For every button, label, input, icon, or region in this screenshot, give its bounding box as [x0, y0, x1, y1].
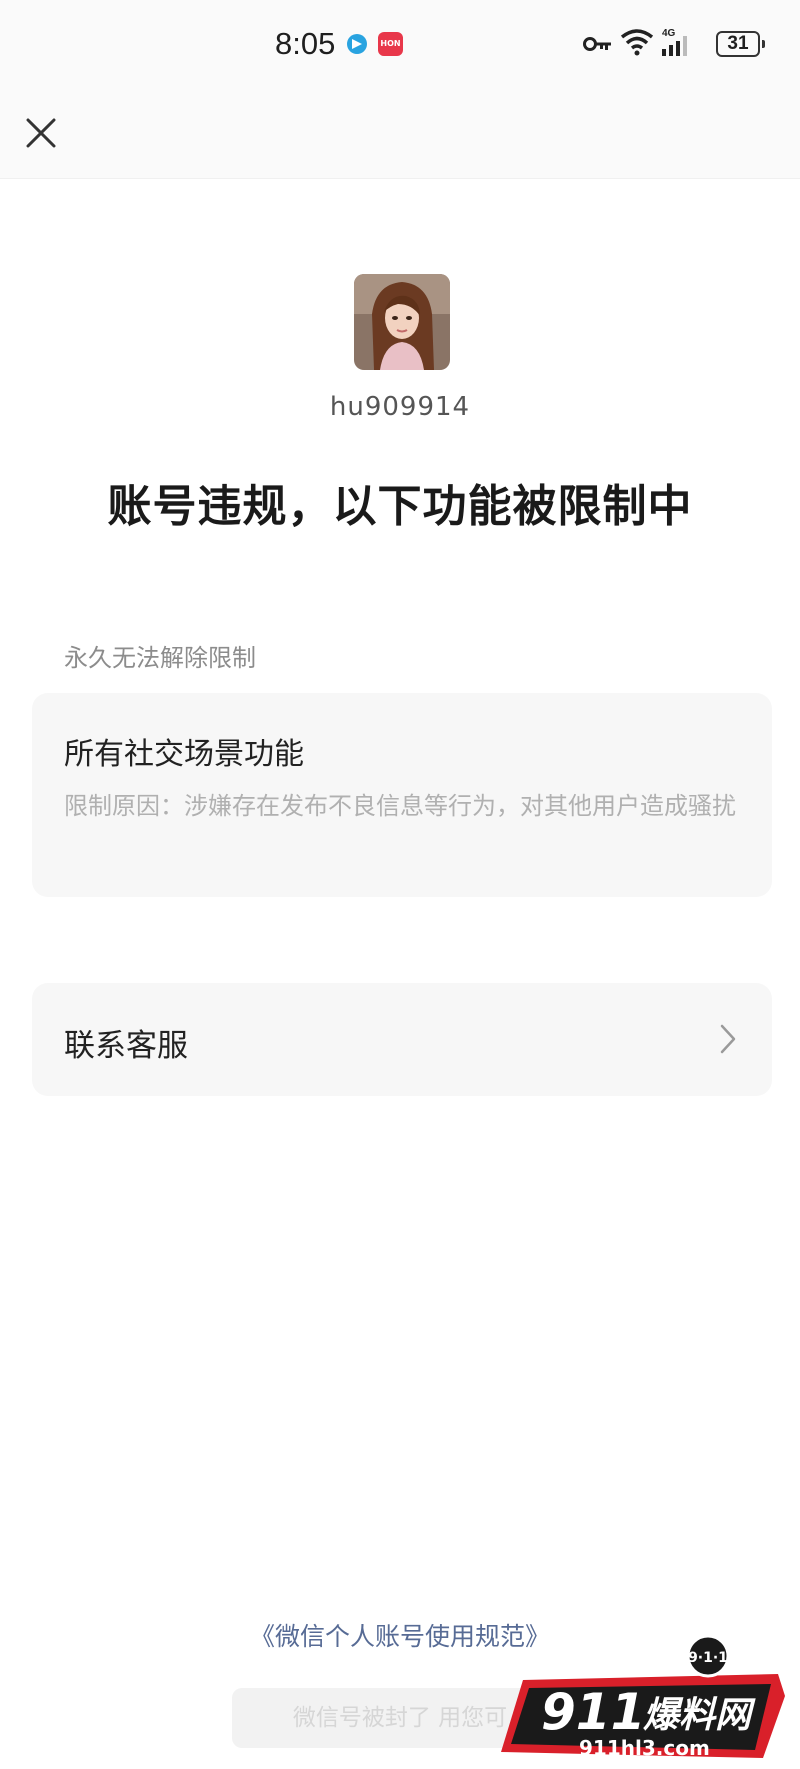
watermark-brand: 911	[541, 1683, 645, 1741]
status-time: 8:05	[275, 26, 336, 61]
signal-strength-icon	[662, 36, 687, 56]
notification-app-icon: HON	[378, 32, 403, 56]
wifi-icon	[620, 29, 654, 56]
close-icon	[26, 118, 56, 148]
restriction-card: 所有社交场景功能 限制原因：涉嫌存在发布不良信息等行为，对其他用户造成骚扰	[32, 693, 772, 897]
watermark-logo: 9·1·1 911 爆料网 911hl3.com	[501, 1634, 785, 1760]
status-bar: 8:05 HON 4G 31	[0, 0, 800, 90]
avatar-photo	[354, 274, 450, 370]
watermark-brand-cn: 爆料网	[643, 1695, 756, 1736]
section-label: 永久无法解除限制	[64, 644, 256, 672]
vpn-key-icon	[583, 37, 611, 51]
restriction-reason: 限制原因：涉嫌存在发布不良信息等行为，对其他用户造成骚扰	[64, 792, 736, 820]
restriction-title: 所有社交场景功能	[64, 737, 304, 772]
contact-support-label: 联系客服	[64, 1028, 188, 1064]
battery-indicator: 31	[716, 31, 765, 57]
username: hu909914	[329, 392, 471, 422]
nav-bar	[0, 90, 800, 179]
close-button[interactable]	[18, 110, 64, 156]
chevron-right-icon	[720, 1024, 736, 1054]
telegram-icon	[347, 34, 367, 54]
avatar	[354, 274, 450, 370]
page-title: 账号违规，以下功能被限制中	[107, 481, 693, 532]
watermark-url: 911hl3.com	[579, 1736, 710, 1760]
contact-support-button[interactable]: 联系客服	[32, 983, 772, 1096]
watermark-badge: 9·1·1	[688, 1650, 728, 1666]
